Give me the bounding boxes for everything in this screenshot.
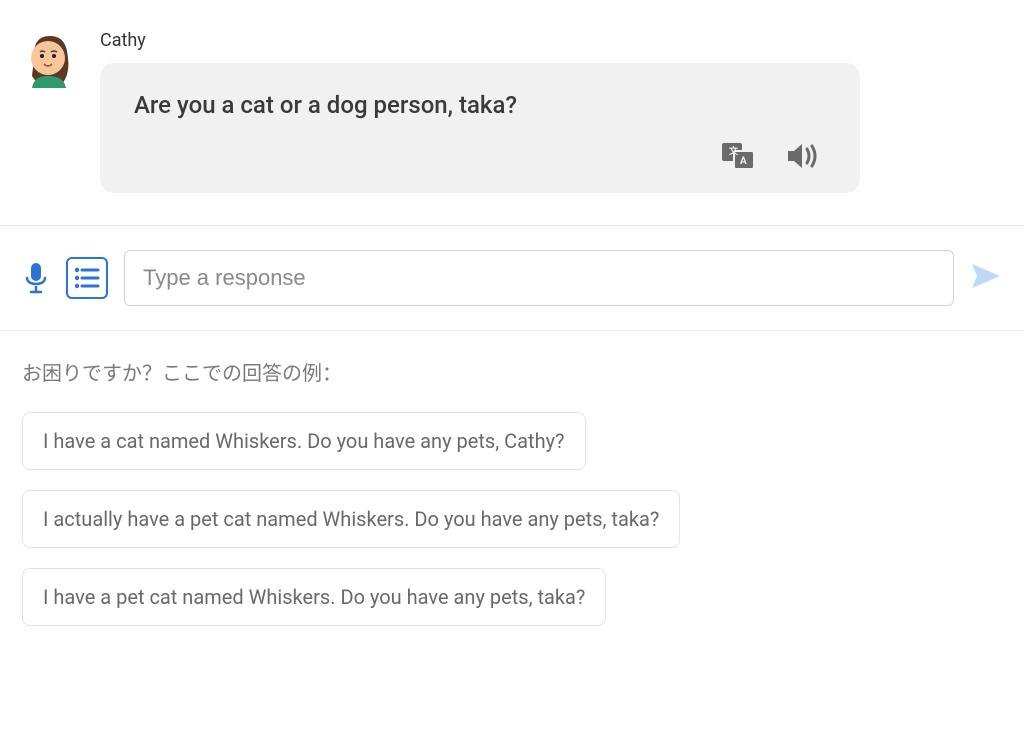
- response-input[interactable]: [124, 250, 954, 306]
- send-icon[interactable]: [970, 261, 1002, 295]
- speaker-name: Cathy: [100, 30, 1004, 51]
- svg-text:A: A: [740, 156, 747, 167]
- translate-icon[interactable]: 文 A: [720, 141, 756, 175]
- suggestion-chip[interactable]: I actually have a pet cat named Whiskers…: [22, 490, 680, 548]
- suggestions-heading: お困りですか？ここでの回答の例：: [22, 357, 1002, 386]
- chat-message: Cathy Are you a cat or a dog person, tak…: [0, 0, 1024, 213]
- suggestion-chip[interactable]: I have a cat named Whiskers. Do you have…: [22, 412, 586, 470]
- suggestion-chip[interactable]: I have a pet cat named Whiskers. Do you …: [22, 568, 606, 626]
- message-bubble: Are you a cat or a dog person, taka? 文 A: [100, 63, 860, 193]
- suggestions-section: お困りですか？ここでの回答の例： I have a cat named Whis…: [0, 331, 1024, 672]
- avatar: [20, 30, 80, 90]
- svg-text:文: 文: [728, 145, 739, 157]
- message-text: Are you a cat or a dog person, taka?: [134, 91, 826, 119]
- input-row: [0, 226, 1024, 330]
- microphone-icon[interactable]: [22, 260, 50, 296]
- speaker-icon[interactable]: [786, 141, 820, 175]
- list-button[interactable]: [66, 257, 108, 299]
